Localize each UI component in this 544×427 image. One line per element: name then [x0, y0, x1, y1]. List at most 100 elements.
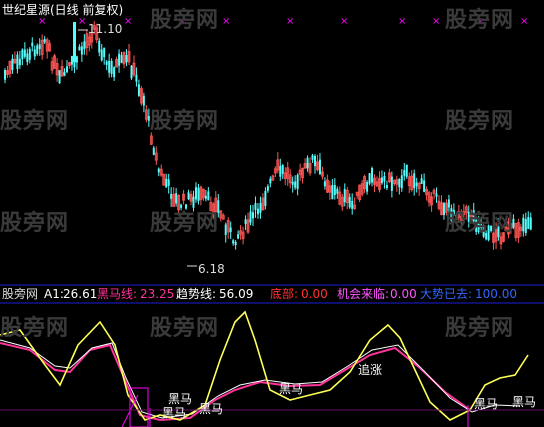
candle-body: [204, 195, 207, 199]
annotation-darkhorse: 黑马: [199, 402, 224, 416]
candle-body: [194, 187, 197, 200]
candle-body: [527, 217, 530, 229]
candle-body: [318, 159, 321, 175]
candle-body: [266, 186, 269, 191]
candle-body: [314, 155, 316, 167]
candle-body: [108, 60, 111, 73]
candle-body: [351, 200, 354, 209]
candle-body: [398, 178, 401, 188]
signal-marker: ×: [286, 16, 294, 27]
candle-body: [400, 175, 403, 189]
signal-marker: ×: [520, 16, 528, 27]
a1-line: [0, 339, 521, 419]
annotation-chase: 追涨: [358, 363, 383, 377]
candle-body: [16, 54, 19, 70]
candle-body: [229, 227, 232, 233]
candle-body: [522, 217, 525, 232]
candle-body: [405, 164, 408, 177]
signal-box: [129, 387, 149, 427]
signal-marker: ×: [38, 16, 46, 27]
candle-body: [279, 165, 282, 177]
candle-body: [187, 192, 190, 200]
candle-body: [43, 39, 46, 43]
candle-body: [306, 157, 309, 169]
candle-body: [256, 208, 259, 215]
watermark: 股旁网: [445, 109, 515, 134]
candle-body: [26, 53, 29, 63]
candle-body: [103, 47, 106, 58]
candle-body: [197, 187, 200, 202]
candle-body: [135, 74, 138, 82]
candle-body: [11, 58, 14, 70]
candle-body: [120, 55, 123, 63]
candle-body: [167, 179, 170, 186]
trend-label: 趋势线:: [176, 287, 217, 301]
bottom-value: 0.00: [301, 287, 328, 301]
candle-body: [383, 176, 386, 182]
signal-marker: ×: [432, 16, 440, 27]
candle-body: [264, 191, 267, 206]
watermark: 股旁网: [150, 109, 220, 134]
candle-body: [31, 42, 34, 47]
candle-body: [38, 44, 41, 49]
candle-body: [368, 173, 371, 184]
trend-over-value: 100.00: [475, 287, 517, 301]
candle-body: [296, 174, 299, 189]
candle-body: [73, 22, 76, 62]
candle-body: [403, 170, 406, 176]
candle-body: [336, 188, 339, 194]
candle-body: [348, 196, 351, 208]
candle-body: [4, 70, 6, 80]
candle-body: [294, 181, 297, 188]
bottom-label: 底部:: [270, 287, 299, 301]
candle-body: [423, 180, 426, 192]
candle-body: [413, 173, 416, 189]
candle-body: [343, 189, 346, 203]
candle-body: [435, 193, 438, 197]
opportunity-value: 0.00: [390, 287, 417, 301]
a1-label: A1:: [44, 287, 64, 301]
candle-body: [281, 165, 284, 174]
candle-body: [21, 49, 24, 60]
candle-body: [78, 46, 81, 51]
candle-body: [142, 95, 145, 106]
indicator-name: 股旁网: [2, 287, 39, 301]
watermark: 股旁网: [150, 8, 220, 33]
candle-body: [118, 53, 121, 66]
watermark: 股旁网: [445, 211, 515, 236]
candle-body: [66, 66, 68, 73]
signal-marker: ×: [124, 16, 132, 27]
candle-body: [165, 178, 168, 188]
signal-marker: ×: [340, 16, 348, 27]
watermark: 股旁网: [150, 316, 220, 341]
candle-body: [130, 65, 133, 79]
watermark: 股旁网: [445, 316, 515, 341]
candle-body: [23, 49, 26, 57]
candle-body: [98, 40, 101, 53]
annotation-darkhorse: 黑马: [168, 392, 193, 406]
candle-body: [524, 218, 527, 234]
candle-body: [232, 240, 235, 244]
signal-marker: ×: [222, 16, 230, 27]
candle-body: [323, 181, 326, 187]
signal-marker: ×: [78, 16, 86, 27]
candle-body: [137, 84, 140, 96]
candle-body: [254, 203, 257, 210]
high-price-label: 11.10: [88, 22, 123, 36]
watermark: 股旁网: [445, 8, 515, 33]
candle-body: [175, 193, 178, 204]
candle-body: [249, 211, 252, 223]
candle-body: [70, 55, 73, 65]
candle-body: [18, 58, 21, 66]
candle-body: [58, 70, 61, 84]
candle-body: [252, 212, 254, 219]
candle-body: [75, 56, 78, 63]
annotation-darkhorse: 黑马: [512, 395, 537, 409]
window-title: 世纪星源(日线 前复权): [2, 3, 124, 17]
candle-body: [28, 48, 31, 60]
candle-body: [390, 176, 393, 191]
candle-body: [311, 155, 314, 160]
candle-body: [207, 191, 210, 201]
watermark: 股旁网: [150, 211, 220, 236]
candle-body: [380, 177, 383, 184]
